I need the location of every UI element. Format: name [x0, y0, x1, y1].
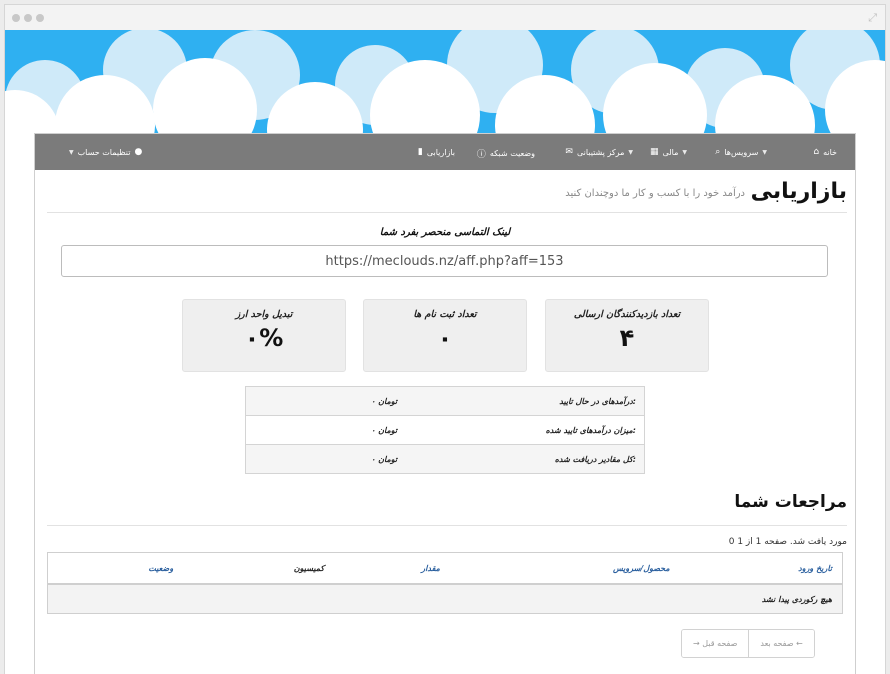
browser-frame: ⤢ ⌂ خانه ⌕ سرویس‌ها ▼	[4, 4, 886, 674]
pagination: → صفحه قبل صفحه بعد ←	[681, 629, 815, 658]
nav-item-home[interactable]: ⌂ خانه	[813, 147, 837, 157]
column-status[interactable]: وضعیت	[47, 552, 184, 585]
referrals-divider	[47, 525, 847, 526]
envelope-icon: ✉	[565, 147, 573, 157]
affiliate-link-field[interactable]: https://meclouds.nz/aff.php?aff=153	[61, 245, 828, 277]
chevron-down-icon: ▼	[682, 148, 687, 156]
clouds-illustration	[5, 30, 885, 140]
referrals-heading: مراجعات شما	[734, 492, 847, 512]
nav-item-services[interactable]: ⌕ سرویس‌ها ▼	[715, 147, 767, 157]
earnings-summary-table: ۰ تومان درآمدهای در حال تایید: ۰ تومان م…	[245, 386, 645, 474]
column-commission[interactable]: کمیسیون	[183, 552, 335, 585]
window-chrome: ⤢	[5, 5, 885, 31]
info-icon: ⓘ	[476, 150, 486, 160]
prev-page-button[interactable]: → صفحه قبل	[682, 630, 749, 657]
user-icon: ●	[134, 147, 143, 157]
empty-message: هیچ رکوردی پیدا نشد	[47, 584, 843, 614]
page-subtitle: درآمد خود را با کسب و کار ما دوچندان کنی…	[565, 188, 745, 199]
page-title: بازاریابی	[750, 179, 847, 204]
nav-item-network-status[interactable]: ⓘ وضعیت شبکه	[477, 147, 535, 160]
content-card: ⌂ خانه ⌕ سرویس‌ها ▼ ▦ مالی ▼ ✉ مرکز پشتی…	[34, 133, 856, 674]
table-row: هیچ رکوردی پیدا نشد	[47, 584, 843, 614]
nav-item-account[interactable]: ▼ تنظیمات حساب ●	[69, 147, 142, 157]
cloud-banner	[5, 30, 885, 140]
chart-icon: ▮	[417, 147, 423, 157]
chevron-down-icon: ▼	[762, 148, 767, 156]
next-page-button[interactable]: صفحه بعد ←	[748, 630, 814, 657]
nav-item-support[interactable]: ✉ مرکز پشتیبانی ▼	[565, 147, 633, 157]
table-header-row: وضعیت کمیسیون مقدار محصول/سرویس تاریخ ور…	[47, 552, 843, 585]
column-product[interactable]: محصول/سرویس	[449, 552, 680, 585]
window-dots	[12, 14, 44, 22]
stat-conversion: تبدیل واحد ارز ۰%	[182, 299, 346, 372]
home-icon: ⌂	[813, 147, 820, 157]
referrals-table: وضعیت کمیسیون مقدار محصول/سرویس تاریخ ور…	[47, 552, 843, 614]
search-icon: ⌕	[715, 147, 721, 157]
title-divider	[47, 212, 847, 213]
summary-row: ۰ تومان کل مقادیر دریافت شده:	[245, 444, 645, 474]
chevron-down-icon: ▼	[69, 148, 74, 156]
expand-icon[interactable]: ⤢	[868, 11, 877, 25]
chevron-down-icon: ▼	[628, 148, 633, 156]
stat-signups: تعداد ثبت نام ها ۰	[363, 299, 527, 372]
summary-row: ۰ تومان میزان درآمدهای تایید شده:	[245, 415, 645, 445]
bank-icon: ▦	[650, 147, 659, 157]
records-found-text: 0 مورد یافت شد. صفحه 1 از 1	[728, 537, 847, 547]
affiliate-link-title: لینک التماسی منحصر بفرد شما	[379, 227, 511, 238]
column-amount[interactable]: مقدار	[334, 552, 450, 585]
stat-visitors: تعداد بازدیدکنندگان ارسالی ۴	[545, 299, 709, 372]
column-signup-date[interactable]: تاریخ ورود	[679, 552, 843, 585]
top-navbar: ⌂ خانه ⌕ سرویس‌ها ▼ ▦ مالی ▼ ✉ مرکز پشتی…	[35, 134, 855, 170]
nav-item-affiliates[interactable]: ▮ بازاریابی	[418, 147, 455, 157]
nav-item-billing[interactable]: ▦ مالی ▼	[650, 147, 687, 157]
summary-row: ۰ تومان درآمدهای در حال تایید:	[245, 386, 645, 416]
